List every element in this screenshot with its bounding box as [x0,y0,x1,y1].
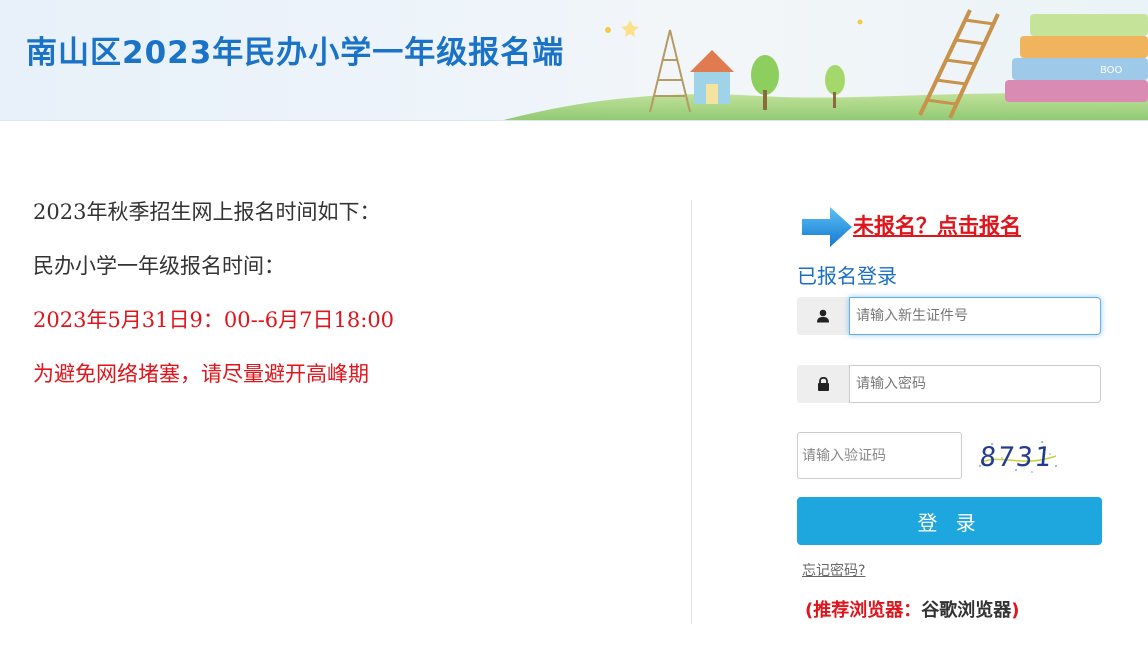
login-button[interactable]: 登 录 [797,497,1102,545]
browser-recommendation: (推荐浏览器：谷歌浏览器) [805,596,1019,622]
register-link-row: 未报名？点击报名 [797,200,1102,248]
notice-line: 2023年秋季招生网上报名时间如下： [33,200,381,224]
forgot-password-link[interactable]: 忘记密码? [802,560,865,580]
svg-text:BOO: BOO [1100,65,1123,76]
tip-label: 推荐浏览器： [813,600,922,621]
id-number-row [797,297,1101,335]
register-link[interactable]: 未报名？点击报名 [853,210,1021,240]
site-title: 南山区2023年民办小学一年级报名端 [26,35,565,71]
banner-illustration: BOO [503,9,1148,120]
site-header: 南山区2023年民办小学一年级报名端 BOO [0,0,1148,121]
tip-open-paren: ( [805,600,814,621]
notice-line: 民办小学一年级报名时间： [33,254,285,278]
tip-browser-name: 谷歌浏览器 [921,600,1012,621]
vertical-divider [691,200,692,624]
captcha-input[interactable] [797,432,962,479]
password-input[interactable] [849,365,1101,403]
user-icon [797,297,849,335]
registration-period: 2023年5月31日9：00--6月7日18:00 [33,308,395,332]
password-row [797,365,1101,403]
congestion-warning: 为避免网络堵塞，请尽量避开高峰期 [33,362,369,386]
enrollment-notice: 2023年秋季招生网上报名时间如下： 民办小学一年级报名时间： 2023年5月3… [33,196,633,412]
captcha-text: 8731 [978,442,1054,473]
login-heading: 已报名登录 [797,264,897,288]
captcha-image[interactable]: 8731 [972,436,1064,476]
id-number-input[interactable] [849,297,1101,335]
login-panel: 未报名？点击报名 已报名登录 8731 登 录 忘记密码? (推荐浏览器：谷歌浏… [797,200,1102,630]
arrow-right-icon [802,207,852,247]
lock-icon [797,365,849,403]
tip-close-paren: ) [1011,600,1020,621]
